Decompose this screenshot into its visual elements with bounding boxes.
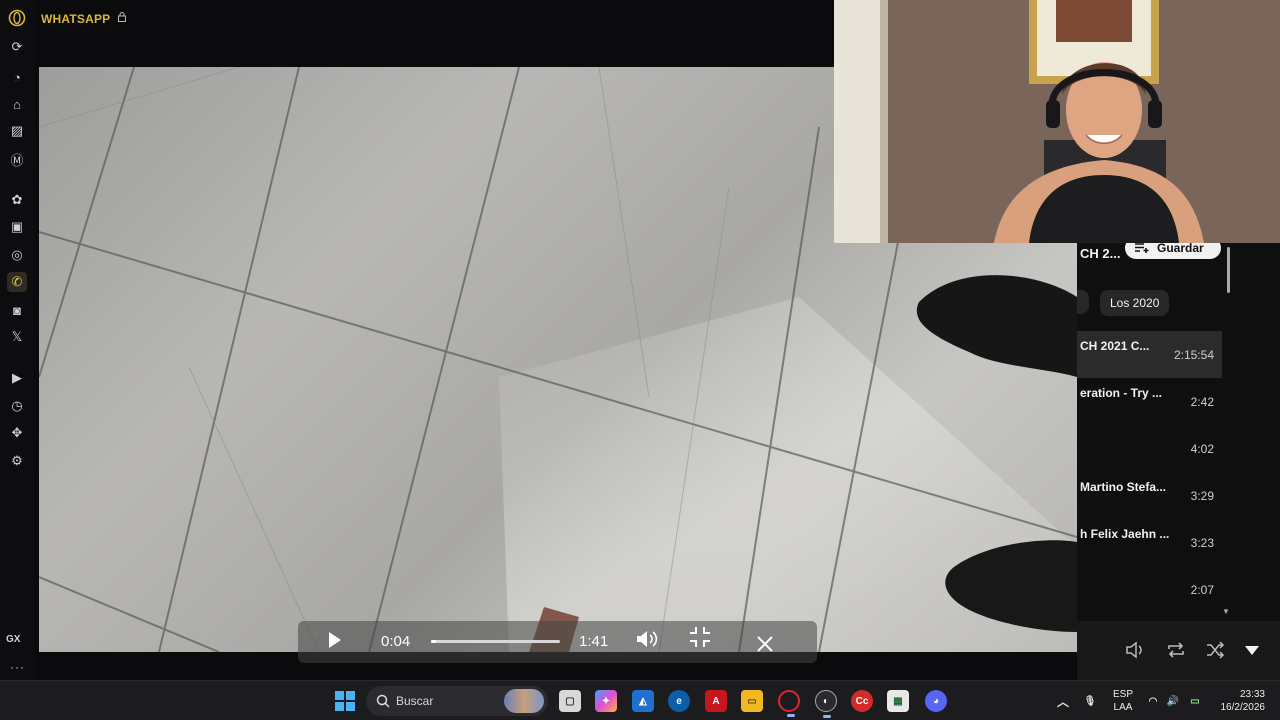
instagram-icon[interactable]: ◙	[7, 300, 27, 320]
acrobat-icon[interactable]: A	[705, 690, 727, 712]
save-label: Guardar	[1157, 243, 1204, 255]
messenger-icon[interactable]: ◎	[7, 245, 27, 265]
webcam-overlay	[834, 0, 1280, 243]
playlist-item[interactable]: 2:07	[1077, 566, 1222, 613]
browser-sidebar: ⟳ ◔ ⌂ ▨ Ⓜ ✿ ▣ ◎ ✆ ◙ 𝕏 ▶ ◷ ✥ ⚙ GX ···	[0, 0, 34, 680]
windows-start-icon[interactable]	[335, 691, 355, 711]
panel-title: WHATSAPP	[41, 12, 111, 26]
shuffle-icon[interactable]	[1203, 638, 1227, 662]
search-icon	[376, 694, 390, 708]
clock[interactable]: 23:33 16/2/2026	[1215, 688, 1266, 714]
filter-chip[interactable]: Los 2020	[1100, 290, 1170, 316]
task-view-icon[interactable]: ▢	[559, 690, 581, 712]
copilot-icon[interactable]: ✦	[595, 690, 617, 712]
duration: 1:41	[579, 633, 609, 650]
playlist-item-title: h Felix Jaehn ...	[1080, 527, 1170, 541]
playlist-item[interactable]: Martino Stefa... 3:29	[1077, 472, 1222, 519]
playlist-item-title: CH 2021 C...	[1080, 339, 1150, 353]
save-button[interactable]: Guardar	[1125, 243, 1221, 259]
taskbar: Buscar ▢ ✦ ◭ e A ▭ ◐ Cc ▦ ◕ ︿ 🎙 ESP LAA …	[0, 680, 1280, 720]
playlist-item[interactable]: h Felix Jaehn ... 3:23	[1077, 519, 1222, 566]
volume-icon[interactable]	[635, 629, 659, 649]
player-icon[interactable]: ▶	[7, 368, 27, 388]
playlist-item-duration: 2:07	[1190, 583, 1214, 597]
playlist-item-duration: 4:02	[1190, 442, 1214, 456]
speed-dial-icon[interactable]: ◔	[7, 67, 27, 87]
search-placeholder: Buscar	[396, 694, 434, 708]
playlist-item[interactable]: 4:02	[1077, 425, 1222, 472]
opera-logo-icon[interactable]	[7, 8, 27, 28]
close-icon[interactable]	[757, 636, 773, 652]
file-explorer-icon[interactable]: ▭	[741, 690, 763, 712]
loop-icon[interactable]	[1164, 638, 1188, 662]
twitch-icon[interactable]: ▣	[7, 217, 27, 237]
seek-bar[interactable]	[431, 640, 560, 643]
speaker-icon[interactable]: 🔊	[1163, 690, 1183, 712]
history-icon[interactable]: ◷	[7, 396, 27, 416]
playlist-item-duration: 3:23	[1190, 536, 1214, 550]
playlist-item-duration: 2:42	[1190, 395, 1214, 409]
battery-icon[interactable]: ▭	[1184, 690, 1206, 712]
gx-store-icon[interactable]: ⌂	[7, 94, 27, 114]
gx-label[interactable]: GX	[6, 634, 20, 645]
taskbar-search[interactable]: Buscar	[366, 686, 548, 716]
clock-time: 23:33	[1239, 689, 1265, 700]
microphone-icon[interactable]: 🎙	[1080, 690, 1100, 712]
screen: ⟳ ◔ ⌂ ▨ Ⓜ ✿ ▣ ◎ ✆ ◙ 𝕏 ▶ ◷ ✥ ⚙ GX ··· WHA…	[0, 0, 1280, 720]
collapse-playlist-icon[interactable]	[1240, 638, 1264, 662]
language-indicator[interactable]: ESP LAA	[1113, 688, 1133, 714]
playlist-panel: CH 2... Guardar Los 2020 CH 2021 C... 2:…	[1077, 243, 1280, 621]
current-time: 0:04	[381, 633, 411, 650]
video-controls: 0:04 1:41	[298, 621, 817, 663]
obs-icon[interactable]: ◐	[815, 690, 837, 718]
playlist-item[interactable]: CH 2021 C... 2:15:54	[1077, 331, 1222, 378]
panel-header: WHATSAPP	[34, 0, 834, 66]
seek-bar-progress	[431, 640, 437, 643]
chatgpt-icon[interactable]: ✿	[7, 190, 27, 210]
wifi-icon[interactable]: ◠	[1143, 690, 1163, 712]
playlist-item-title: eration - Try ...	[1080, 386, 1163, 400]
spreadsheet-icon[interactable]: ▦	[887, 690, 909, 712]
play-button[interactable]	[328, 631, 342, 649]
keyboard-layout: LAA	[1113, 702, 1133, 713]
reload-icon[interactable]: ⟳	[7, 37, 27, 57]
more-icon[interactable]: ···	[10, 660, 25, 674]
edge-icon[interactable]: e	[668, 690, 690, 712]
search-highlight-image	[504, 689, 544, 713]
playlist-item-duration: 3:29	[1190, 489, 1214, 503]
language-code: ESP	[1113, 689, 1134, 700]
playlist-controls	[1077, 621, 1280, 680]
mailbox-icon[interactable]: Ⓜ	[7, 149, 27, 169]
playlist-item-title: Martino Stefa...	[1080, 480, 1167, 494]
webcam-image	[834, 0, 1280, 243]
discord-icon[interactable]: ◕	[925, 690, 947, 712]
capcut-icon[interactable]: Cc	[851, 690, 873, 712]
settings-icon[interactable]: ⚙	[7, 451, 27, 471]
tray-overflow-icon[interactable]: ︿	[1053, 690, 1073, 712]
save-playlist-icon	[1135, 243, 1149, 253]
opera-gx-icon[interactable]	[778, 690, 800, 717]
wallet-icon[interactable]: ▨	[7, 121, 27, 141]
x-icon[interactable]: 𝕏	[7, 327, 27, 347]
photos-icon[interactable]: ◭	[632, 690, 654, 712]
playlist-item-duration: 2:15:54	[1173, 348, 1214, 362]
chip-previous[interactable]	[1077, 290, 1089, 314]
scroll-down-icon[interactable]: ▼	[1222, 607, 1230, 616]
whatsapp-icon[interactable]: ✆	[7, 272, 27, 292]
exit-fullscreen-icon[interactable]	[689, 626, 711, 648]
lock-icon	[118, 12, 126, 22]
playlist-title[interactable]: CH 2...	[1080, 246, 1120, 261]
playlist-item[interactable]: eration - Try ... 2:42	[1077, 378, 1222, 425]
playlist-volume-icon[interactable]	[1124, 638, 1148, 662]
extensions-icon[interactable]: ✥	[7, 423, 27, 443]
playlist-scrollbar[interactable]	[1227, 247, 1230, 293]
clock-date: 16/2/2026	[1220, 702, 1266, 713]
